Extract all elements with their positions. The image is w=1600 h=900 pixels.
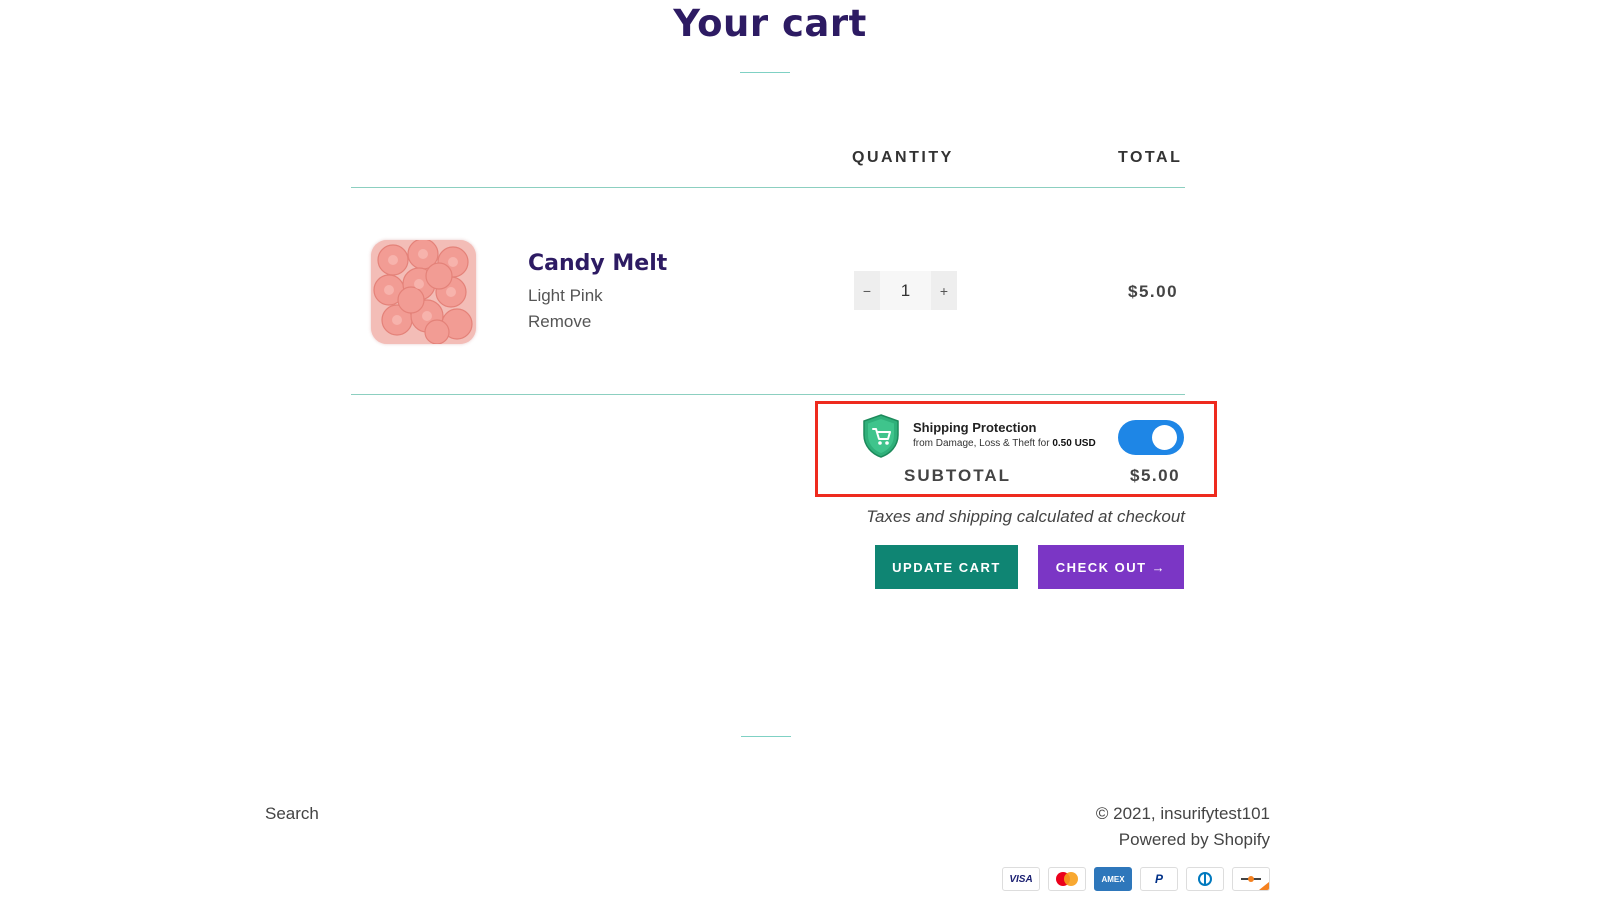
tax-shipping-note: Taxes and shipping calculated at checkou… <box>866 507 1185 526</box>
subtotal-value: $5.00 <box>1130 466 1181 485</box>
product-image[interactable] <box>371 240 476 344</box>
product-name[interactable]: Candy Melt <box>528 251 667 276</box>
visa-icon-label: VISA <box>1009 873 1033 885</box>
powered-by-shopify-link[interactable]: Powered by Shopify <box>0 830 1270 850</box>
amex-icon-label: AMEX <box>1101 874 1125 884</box>
update-cart-button[interactable]: UPDATE CART <box>875 545 1018 589</box>
toggle-knob <box>1152 425 1177 450</box>
amex-icon: AMEX <box>1094 867 1132 891</box>
remove-link[interactable]: Remove <box>528 312 591 332</box>
quantity-stepper: − + <box>854 271 957 310</box>
title-divider <box>740 72 790 73</box>
paypal-icon: P <box>1140 867 1178 891</box>
quantity-increase-button[interactable]: + <box>931 271 957 310</box>
product-variant: Light Pink <box>528 286 603 305</box>
checkout-button[interactable]: CHECK OUT → <box>1038 545 1184 589</box>
diners-club-icon <box>1198 872 1212 886</box>
footer-divider <box>741 736 791 737</box>
shipping-protection-price: 0.50 USD <box>1052 438 1096 449</box>
shipping-protection-toggle[interactable] <box>1118 420 1184 455</box>
quantity-input[interactable] <box>880 271 931 310</box>
discover-card-icon <box>1241 876 1269 890</box>
table-bottom-divider <box>351 394 1185 395</box>
discover-icon <box>1232 867 1270 891</box>
mastercard-circles-icon <box>1056 872 1078 886</box>
total-column-header: TOTAL <box>1118 149 1183 166</box>
copyright-text: © 2021, insurifytest101 <box>1095 804 1270 823</box>
payment-icons: VISA AMEX P <box>1002 867 1270 891</box>
candy-melt-product-photo-icon <box>371 240 476 344</box>
paypal-icon-label: P <box>1154 872 1163 886</box>
shield-cart-icon <box>863 414 899 458</box>
shipping-protection-subtitle: from Damage, Loss & Theft for <box>913 438 1050 449</box>
subtotal-label: SUBTOTAL <box>904 466 1011 485</box>
quantity-column-header: QUANTITY <box>852 149 954 166</box>
shipping-protection-title: Shipping Protection <box>913 420 1037 435</box>
mastercard-icon <box>1048 867 1086 891</box>
quantity-decrease-button[interactable]: − <box>854 271 880 310</box>
page-title: Your cart <box>673 2 867 45</box>
line-item-total: $5.00 <box>1128 282 1179 301</box>
visa-icon: VISA <box>1002 867 1040 891</box>
shipping-protection-description: from Damage, Loss & Theft for 0.50 USD <box>913 438 1096 449</box>
diners-icon <box>1186 867 1224 891</box>
table-top-divider <box>351 187 1185 188</box>
